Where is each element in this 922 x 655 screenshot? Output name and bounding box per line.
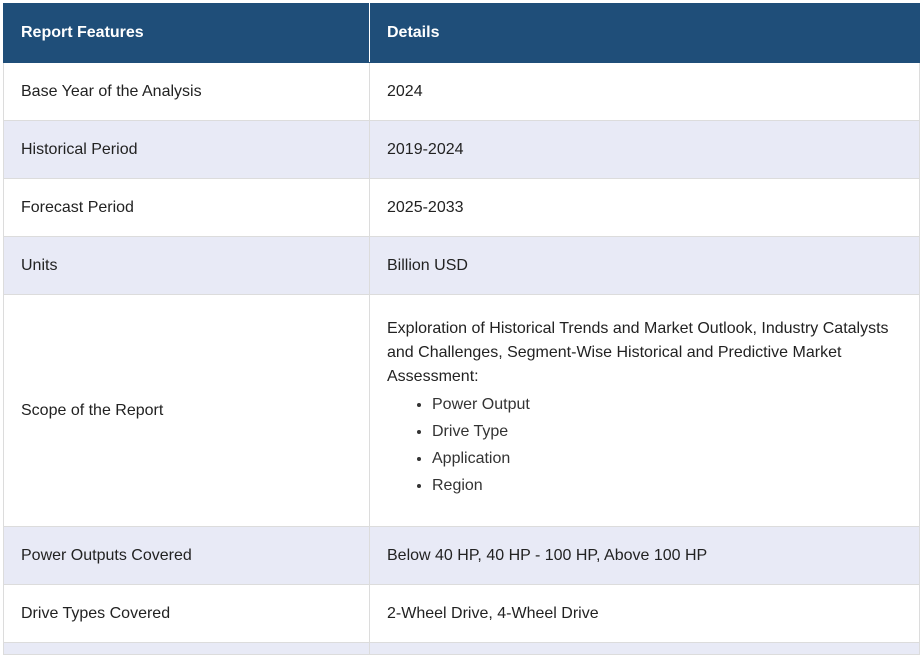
- header-details: Details: [369, 3, 920, 63]
- scope-description: Exploration of Historical Trends and Mar…: [387, 319, 889, 385]
- detail-cell: Below 40 HP, 40 HP - 100 HP, Above 100 H…: [369, 526, 920, 585]
- feature-cell: Forecast Period: [3, 178, 370, 237]
- table-header-row: Report Features Details: [3, 3, 920, 63]
- table-row: Scope of the Report Exploration of Histo…: [3, 294, 920, 527]
- report-features-table-container: Report Features Details Base Year of the…: [3, 3, 920, 655]
- table-row: Historical Period 2019-2024: [3, 120, 920, 179]
- detail-cell: 2024: [369, 62, 920, 121]
- table-row: Forecast Period 2025-2033: [3, 178, 920, 237]
- feature-cell: Power Outputs Covered: [3, 526, 370, 585]
- table-row: Units Billion USD: [3, 236, 920, 295]
- header-report-features: Report Features: [3, 3, 370, 63]
- detail-cell: 2025-2033: [369, 178, 920, 237]
- table-row: Power Outputs Covered Below 40 HP, 40 HP…: [3, 526, 920, 585]
- detail-cell: Exploration of Historical Trends and Mar…: [369, 294, 920, 527]
- detail-cell: 2019-2024: [369, 120, 920, 179]
- detail-cell: Billion USD: [369, 236, 920, 295]
- scope-list: Power Output Drive Type Application Regi…: [387, 391, 902, 499]
- table-row: Drive Types Covered 2-Wheel Drive, 4-Whe…: [3, 584, 920, 643]
- feature-cell: Base Year of the Analysis: [3, 62, 370, 121]
- feature-cell: Historical Period: [3, 120, 370, 179]
- list-item: Power Output: [432, 391, 902, 418]
- list-item: Drive Type: [432, 418, 902, 445]
- feature-cell: Units: [3, 236, 370, 295]
- feature-cell: Scope of the Report: [3, 294, 370, 527]
- list-item: Region: [432, 472, 902, 499]
- list-item: Application: [432, 445, 902, 472]
- detail-cell: 2-Wheel Drive, 4-Wheel Drive: [369, 584, 920, 643]
- feature-cell: Drive Types Covered: [3, 584, 370, 643]
- report-features-table: Report Features Details Base Year of the…: [3, 3, 920, 655]
- table-row: Base Year of the Analysis 2024: [3, 62, 920, 121]
